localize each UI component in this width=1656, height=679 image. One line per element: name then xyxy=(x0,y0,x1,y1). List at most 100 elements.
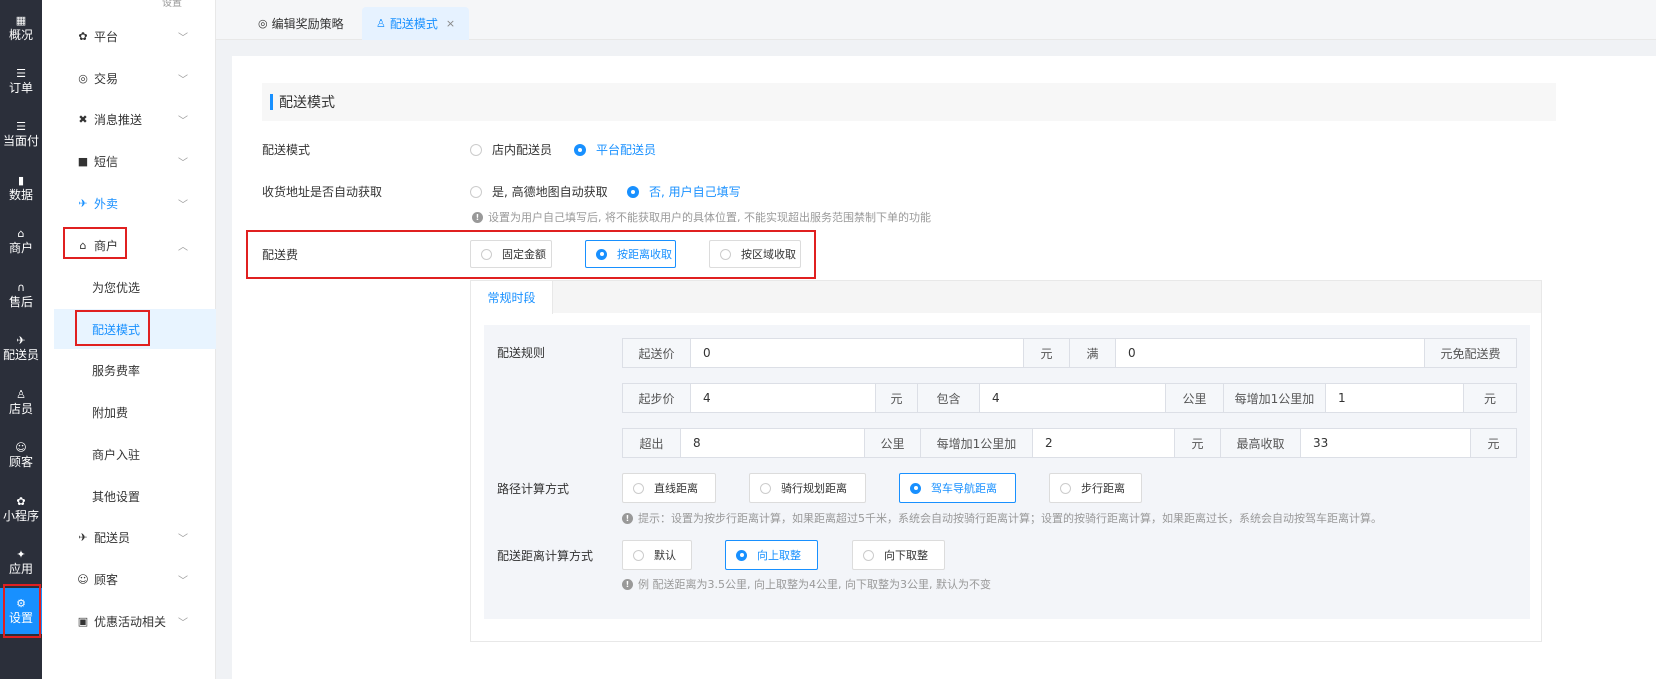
menu-item-delivery-mode[interactable]: 配送模式 xyxy=(54,309,216,349)
excess-per-km-input[interactable]: 2 xyxy=(1032,429,1174,457)
radio-platform-rider[interactable]: 平台配送员 xyxy=(574,141,656,158)
menu-item-service-rate[interactable]: 服务费率 xyxy=(42,352,216,388)
menu-item-platform[interactable]: ✿ 平台 ﹀ xyxy=(42,18,216,54)
radio-driving-distance[interactable]: 驾车导航距离 xyxy=(899,473,1016,503)
section-header: 配送模式 xyxy=(262,83,1556,121)
hint-text: 例 配送距离为3.5公里, 向上取整为4公里, 向下取整为3公里, 默认为不变 xyxy=(638,578,991,591)
rail-item-rider[interactable]: ✈ 配送员 xyxy=(0,322,42,374)
menu-label: 配送模式 xyxy=(92,322,141,337)
user-icon: ♙ xyxy=(376,17,386,30)
tab-edit-reward[interactable]: ◎ 编辑奖励策略 xyxy=(244,7,358,40)
addon-unit: 元 xyxy=(1463,384,1516,412)
excess-km-input[interactable]: 8 xyxy=(681,429,864,457)
address-hint: ! 设置为用户自己填写后, 将不能获取用户的具体位置, 不能实现超出服务范围禁制下… xyxy=(472,209,931,225)
menu-label: 顾客 xyxy=(94,572,119,587)
chevron-down-icon: ﹀ xyxy=(178,157,188,169)
menu-item-takeout[interactable]: ✈ 外卖 ﹀ xyxy=(42,185,216,221)
menu-item-push[interactable]: ✖ 消息推送 ﹀ xyxy=(42,101,216,137)
rail-item-orders[interactable]: ☰ 订单 xyxy=(0,55,42,107)
chevron-down-icon: ﹀ xyxy=(178,199,188,211)
rail-item-data[interactable]: ▮ 数据 xyxy=(0,162,42,214)
menu-item-rider[interactable]: ✈ 配送员 ﹀ xyxy=(42,519,216,555)
radio-address-manual[interactable]: 否, 用户自己填写 xyxy=(627,183,741,200)
settings-icon: ⚙ xyxy=(16,596,26,610)
rule-row-min-order: 起送价 0 元 满 0 元免配送费 xyxy=(622,338,1517,368)
menu-item-customer[interactable]: ☺ 顾客 ﹀ xyxy=(42,561,216,597)
rail-item-staff[interactable]: ♙ 店员 xyxy=(0,376,42,428)
radio-circle xyxy=(1060,482,1071,494)
rail-label: 应用 xyxy=(8,561,33,576)
radio-by-distance[interactable]: 按距离收取 xyxy=(585,240,676,268)
rail-item-aftersale[interactable]: ∩ 售后 xyxy=(0,269,42,321)
rail-item-settings[interactable]: ⚙ 设置 xyxy=(0,588,42,634)
min-order-input[interactable]: 0 xyxy=(691,339,1023,367)
menu-item-other-settings[interactable]: 其他设置 xyxy=(42,478,216,514)
addon-label: 超出 xyxy=(623,429,681,457)
base-price-input[interactable]: 4 xyxy=(691,384,875,412)
rail-item-customer[interactable]: ☺ 顾客 xyxy=(0,429,42,481)
bar-chart-icon: ▮ xyxy=(17,173,25,187)
radio-label: 固定金额 xyxy=(502,248,546,261)
radio-label: 否, 用户自己填写 xyxy=(649,185,741,199)
menu-item-sms[interactable]: ■ 短信 ﹀ xyxy=(42,143,216,179)
menu-top-cut-text: 设置 xyxy=(162,0,182,9)
radio-fixed-amount[interactable]: 固定金额 xyxy=(470,240,552,268)
radio-address-auto[interactable]: 是, 高德地图自动获取 xyxy=(470,183,608,200)
rail-label: 小程序 xyxy=(2,508,39,523)
per-km-price-input[interactable]: 1 xyxy=(1325,384,1463,412)
included-km-input[interactable]: 4 xyxy=(979,384,1165,412)
radio-circle xyxy=(760,482,771,494)
menu-item-preferred[interactable]: 为您优选 xyxy=(42,269,216,305)
rail-item-apps[interactable]: ✦ 应用 xyxy=(0,536,42,588)
hint-text: 提示：设置为按步行距离计算，如果距离超过5千米，系统会自动按骑行距离计算；设置的… xyxy=(638,512,1382,525)
menu-label: 其他设置 xyxy=(92,489,141,504)
addon-label: 满 xyxy=(1069,339,1115,367)
rail-item-miniapp[interactable]: ✿ 小程序 xyxy=(0,483,42,535)
scooter-icon: ✈ xyxy=(78,196,88,210)
radio-circle xyxy=(481,248,492,260)
radio-label: 步行距离 xyxy=(1081,482,1125,495)
gift-icon: ▣ xyxy=(77,614,89,628)
delivery-fee-label: 配送费 xyxy=(262,248,299,262)
addon-label: 包含 xyxy=(917,384,979,412)
tab-label: 编辑奖励策略 xyxy=(271,17,344,31)
radio-cycling-distance[interactable]: 骑行规划距离 xyxy=(749,473,866,503)
chevron-up-icon: ︿ xyxy=(178,241,188,253)
rail-label: 订单 xyxy=(8,80,33,95)
radio-circle xyxy=(863,549,874,561)
max-charge-input[interactable]: 33 xyxy=(1300,429,1470,457)
radio-instore-rider[interactable]: 店内配送员 xyxy=(470,141,552,158)
radio-walking-distance[interactable]: 步行距离 xyxy=(1049,473,1142,503)
radio-straight-distance[interactable]: 直线距离 xyxy=(622,473,716,503)
rail-item-overview[interactable]: ▦ 概况 xyxy=(0,2,42,54)
rule-row-excess: 超出 8 公里 每增加1公里加 2 元 最高收取 33 元 xyxy=(622,428,1517,458)
list-icon: ☰ xyxy=(16,66,26,80)
addon-unit: 元免配送费 xyxy=(1424,339,1516,367)
addon-unit: 元 xyxy=(1470,429,1516,457)
menu-item-merchant-join[interactable]: 商户入驻 xyxy=(42,436,216,472)
chevron-down-icon: ﹀ xyxy=(178,617,188,629)
radio-label: 驾车导航距离 xyxy=(931,482,997,495)
tab-delivery-mode[interactable]: ♙ 配送模式 × xyxy=(362,7,470,40)
user-icon: ♙ xyxy=(16,387,26,401)
rail-label: 顾客 xyxy=(8,454,33,469)
rail-item-facepay[interactable]: ☰ 当面付 xyxy=(0,108,42,160)
free-threshold-input[interactable]: 0 xyxy=(1115,339,1424,367)
hint-text: 设置为用户自己填写后, 将不能获取用户的具体位置, 不能实现超出服务范围禁制下单… xyxy=(488,211,931,224)
chevron-down-icon: ﹀ xyxy=(178,115,188,127)
section-title: 配送模式 xyxy=(279,95,335,111)
rounding-hint: ! 例 配送距离为3.5公里, 向上取整为4公里, 向下取整为3公里, 默认为不变 xyxy=(622,576,991,592)
close-icon[interactable]: × xyxy=(446,17,455,30)
radio-round-up[interactable]: 向上取整 xyxy=(725,540,818,570)
radio-rounding-default[interactable]: 默认 xyxy=(622,540,692,570)
menu-item-merchant[interactable]: ⌂ 商户 ︿ xyxy=(42,227,216,263)
addon-label: 起步价 xyxy=(623,384,691,412)
tab-regular-period[interactable]: 常规时段 xyxy=(471,281,553,314)
rail-item-merchant[interactable]: ⌂ 商户 xyxy=(0,215,42,267)
radio-circle xyxy=(633,482,644,494)
menu-item-surcharge[interactable]: 附加费 xyxy=(42,394,216,430)
radio-round-down[interactable]: 向下取整 xyxy=(852,540,945,570)
radio-by-area[interactable]: 按区域收取 xyxy=(709,240,801,268)
menu-item-promotions[interactable]: ▣ 优惠活动相关 ﹀ xyxy=(42,603,216,639)
menu-item-trade[interactable]: ◎ 交易 ﹀ xyxy=(42,60,216,96)
